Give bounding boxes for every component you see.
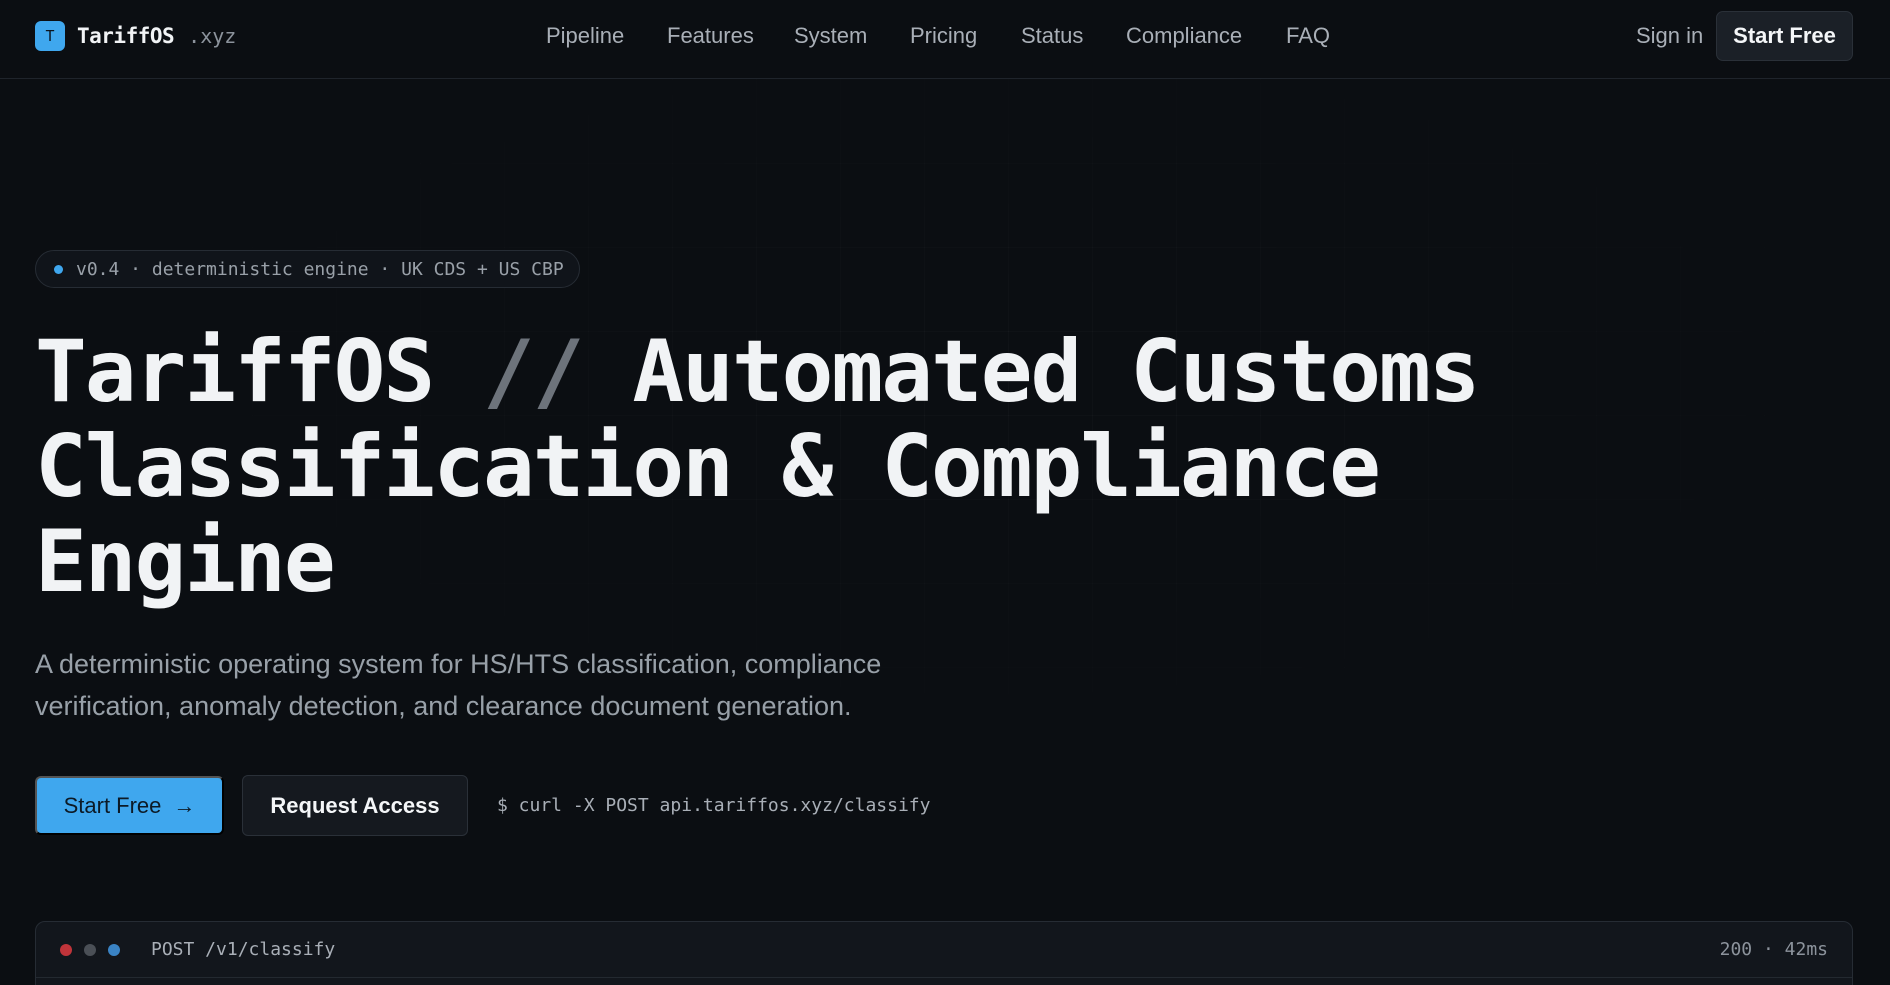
hero-title-product: TariffOS xyxy=(35,322,483,422)
start-free-header-button[interactable]: Start Free xyxy=(1716,11,1853,61)
brand-logo[interactable]: T TariffOS .xyz xyxy=(35,20,236,52)
version-badge-text: v0.4 · deterministic engine · UK CDS + U… xyxy=(76,258,564,280)
top-header: T TariffOS .xyz Pipeline Features System… xyxy=(0,0,1890,79)
start-free-cta-button[interactable]: Start Free → xyxy=(35,776,224,835)
start-free-cta-label: Start Free xyxy=(63,792,162,818)
landing-page: T TariffOS .xyz Pipeline Features System… xyxy=(0,0,1890,985)
curl-command-snippet: $ curl -X POST api.tariffos.xyz/classify xyxy=(497,795,931,816)
window-close-dot-icon xyxy=(60,944,72,956)
hero-title-slashes: // xyxy=(483,322,585,422)
version-badge: v0.4 · deterministic engine · UK CDS + U… xyxy=(35,250,580,288)
sign-in-link[interactable]: Sign in xyxy=(1636,20,1703,52)
terminal-response-status: 200 · 42ms xyxy=(1719,939,1828,960)
nav-item-faq[interactable]: FAQ xyxy=(1286,20,1330,52)
brand-tld: .xyz xyxy=(188,24,237,48)
nav-item-system[interactable]: System xyxy=(794,20,867,52)
hero-subtitle: A deterministic operating system for HS/… xyxy=(35,649,882,721)
nav-item-pipeline[interactable]: Pipeline xyxy=(546,20,624,52)
window-minimize-dot-icon xyxy=(84,944,96,956)
api-terminal-card: POST /v1/classify 200 · 42ms xyxy=(35,921,1853,985)
nav-item-features[interactable]: Features xyxy=(667,20,754,52)
brand-name: TariffOS xyxy=(77,24,175,48)
nav-item-pricing[interactable]: Pricing xyxy=(910,20,977,52)
window-maximize-dot-icon xyxy=(108,944,120,956)
brand-mark-icon: T xyxy=(35,21,65,51)
request-access-button[interactable]: Request Access xyxy=(242,775,468,836)
terminal-title-bar: POST /v1/classify 200 · 42ms xyxy=(36,922,1852,978)
status-dot-icon xyxy=(54,264,63,274)
nav-item-status[interactable]: Status xyxy=(1021,20,1083,52)
nav-item-compliance[interactable]: Compliance xyxy=(1126,20,1242,52)
hero-title: TariffOS // Automated Customs Classifica… xyxy=(35,325,1535,610)
terminal-endpoint: POST /v1/classify xyxy=(151,939,336,960)
main-nav: Pipeline Features System Pricing Status … xyxy=(0,20,1890,52)
arrow-right-icon: → xyxy=(173,792,196,818)
